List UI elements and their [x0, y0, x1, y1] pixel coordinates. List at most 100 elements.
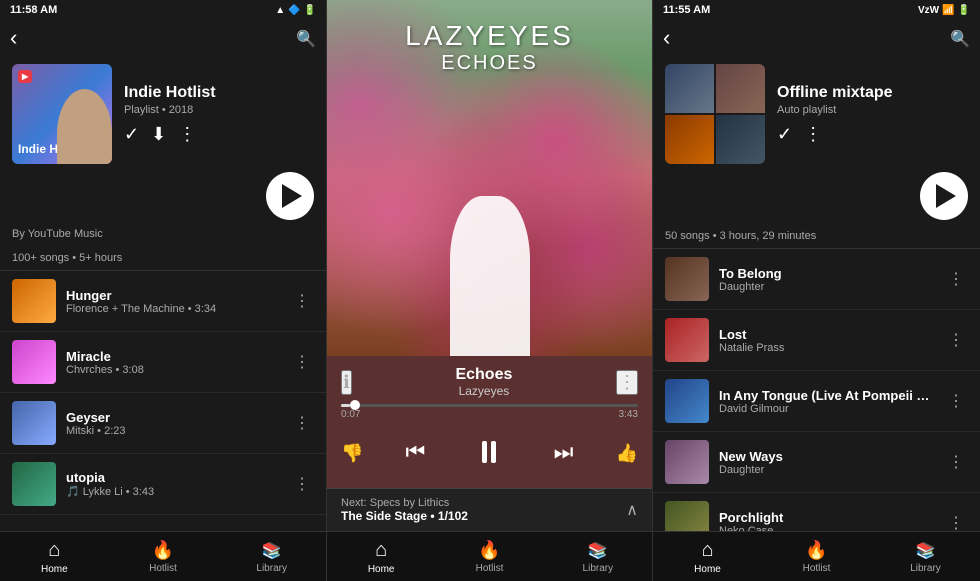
download-button[interactable] — [151, 124, 166, 145]
center-nav-home[interactable]: Home — [327, 532, 435, 581]
pause-button[interactable] — [467, 430, 511, 474]
center-nav-library-label: Library — [583, 563, 614, 574]
progress-thumb — [350, 400, 360, 410]
song-more-button[interactable] — [944, 513, 968, 531]
more-options-button[interactable] — [178, 124, 196, 145]
center-nav-hotlist-label: Hotlist — [476, 563, 504, 574]
song-more-button[interactable] — [944, 269, 968, 289]
list-item[interactable]: utopia 🎵 Lykke Li • 3:43 — [0, 454, 326, 515]
song-info: To Belong Daughter — [719, 266, 934, 293]
bluetooth-icon: 🔷 — [288, 5, 300, 16]
right-song-count: 50 songs • 3 hours, 29 minutes — [653, 226, 980, 249]
song-more-button[interactable] — [290, 474, 314, 494]
library-icon — [262, 540, 282, 561]
save-button[interactable] — [124, 124, 139, 145]
list-item[interactable]: Miracle Chvrches • 3:08 — [0, 332, 326, 393]
offline-subtitle: Auto playlist — [777, 104, 968, 116]
thumbs-up-button[interactable] — [616, 439, 638, 465]
home-icon — [48, 539, 60, 562]
list-item[interactable]: Hunger Florence + The Machine • 3:34 — [0, 271, 326, 332]
list-item[interactable]: Porchlight Neko Case — [653, 493, 980, 531]
left-nav-hotlist[interactable]: Hotlist — [109, 532, 218, 581]
right-status-bar: 11:55 AM VzW 📶 🔋 — [653, 0, 980, 20]
song-more-button[interactable] — [944, 330, 968, 350]
thumbs-up-icon — [616, 439, 638, 464]
right-back-button[interactable] — [663, 25, 670, 51]
thumbs-down-icon — [341, 439, 363, 464]
song-artist: David Gilmour — [719, 403, 934, 415]
song-more-button[interactable] — [290, 413, 314, 433]
hotlist-icon — [478, 540, 500, 561]
offline-save-button[interactable] — [777, 124, 792, 145]
progress-times: 0:07 3:43 — [341, 409, 638, 420]
song-thumbnail — [12, 462, 56, 506]
right-panel: 11:55 AM VzW 📶 🔋 Offline mixtape Auto pl… — [653, 0, 980, 581]
song-title: To Belong — [719, 266, 934, 281]
song-artist: Chvrches • 3:08 — [66, 364, 280, 376]
right-nav-hotlist[interactable]: Hotlist — [762, 532, 871, 581]
right-time: 11:55 AM — [663, 4, 710, 16]
progress-fill — [341, 404, 350, 407]
list-item[interactable]: To Belong Daughter — [653, 249, 980, 310]
list-item[interactable]: New Ways Daughter — [653, 432, 980, 493]
left-nav-home-label: Home — [41, 564, 68, 575]
right-nav-bar — [653, 20, 980, 56]
center-nav-hotlist[interactable]: Hotlist — [435, 532, 543, 581]
song-title: Miracle — [66, 349, 280, 364]
offline-more-button[interactable] — [804, 124, 822, 145]
playlist-info: Indie Hotlist Playlist • 2018 — [124, 84, 314, 145]
right-nav-library-label: Library — [910, 563, 941, 574]
yt-icon: ▶ — [22, 72, 28, 81]
list-item[interactable]: Lost Natalie Prass — [653, 310, 980, 371]
right-search-button[interactable] — [950, 28, 970, 49]
progress-bar[interactable] — [341, 404, 638, 407]
list-item[interactable]: In Any Tongue (Live At Pompeii 2016) Dav… — [653, 371, 980, 432]
carrier-label: VzW — [918, 5, 939, 16]
player-more-button[interactable] — [616, 370, 638, 395]
left-nav-library[interactable]: Library — [217, 532, 326, 581]
skip-back-button[interactable] — [406, 439, 426, 465]
right-bottom-nav: Home Hotlist Library — [653, 531, 980, 581]
figure-silhouette — [450, 196, 530, 356]
play-btn-area — [0, 172, 326, 226]
skip-forward-button[interactable] — [554, 439, 574, 465]
current-time: 0:07 — [341, 409, 360, 420]
play-button[interactable] — [266, 172, 314, 220]
attribution: By YouTube Music — [0, 226, 326, 248]
pause-bar-left — [482, 441, 487, 463]
album-title-overlay: LAZYEYES ECHOES — [405, 20, 574, 75]
hotlist-icon — [805, 540, 827, 561]
progress-container[interactable]: 0:07 3:43 — [341, 404, 638, 420]
next-up-bar[interactable]: Next: Specs by Lithics The Side Stage • … — [327, 488, 652, 531]
chevron-up-icon[interactable]: ∧ — [626, 500, 638, 520]
right-nav-hotlist-label: Hotlist — [803, 563, 831, 574]
right-play-button[interactable] — [920, 172, 968, 220]
player-track-title: Echoes — [352, 366, 616, 384]
song-info: New Ways Daughter — [719, 449, 934, 476]
track-info-button[interactable] — [341, 370, 352, 395]
song-more-button[interactable] — [944, 452, 968, 472]
left-back-button[interactable] — [10, 25, 17, 51]
player-track-artist: Lazyeyes — [352, 384, 616, 398]
song-thumbnail — [665, 318, 709, 362]
home-icon — [701, 539, 713, 562]
left-nav-home[interactable]: Home — [0, 532, 109, 581]
right-nav-home[interactable]: Home — [653, 532, 762, 581]
playlist-subtitle: Playlist • 2018 — [124, 104, 314, 116]
hotlist-icon — [152, 540, 174, 561]
song-title: Hunger — [66, 288, 280, 303]
left-time: 11:58 AM — [10, 4, 57, 16]
left-panel: 11:58 AM ▲ 🔷 🔋 ▶ Indie Hotlist Indie Hot… — [0, 0, 327, 581]
list-item[interactable]: Geyser Mitski • 2:23 — [0, 393, 326, 454]
left-search-button[interactable] — [296, 28, 316, 49]
collage-cell-1 — [665, 64, 714, 113]
right-nav-library[interactable]: Library — [871, 532, 980, 581]
song-more-button[interactable] — [290, 352, 314, 372]
song-title: Porchlight — [719, 510, 934, 525]
thumbs-down-button[interactable] — [341, 439, 363, 465]
center-nav-library[interactable]: Library — [544, 532, 652, 581]
song-artist: Florence + The Machine • 3:34 — [66, 303, 280, 315]
song-more-button[interactable] — [290, 291, 314, 311]
song-more-button[interactable] — [944, 391, 968, 411]
collage-cell-2 — [716, 64, 765, 113]
